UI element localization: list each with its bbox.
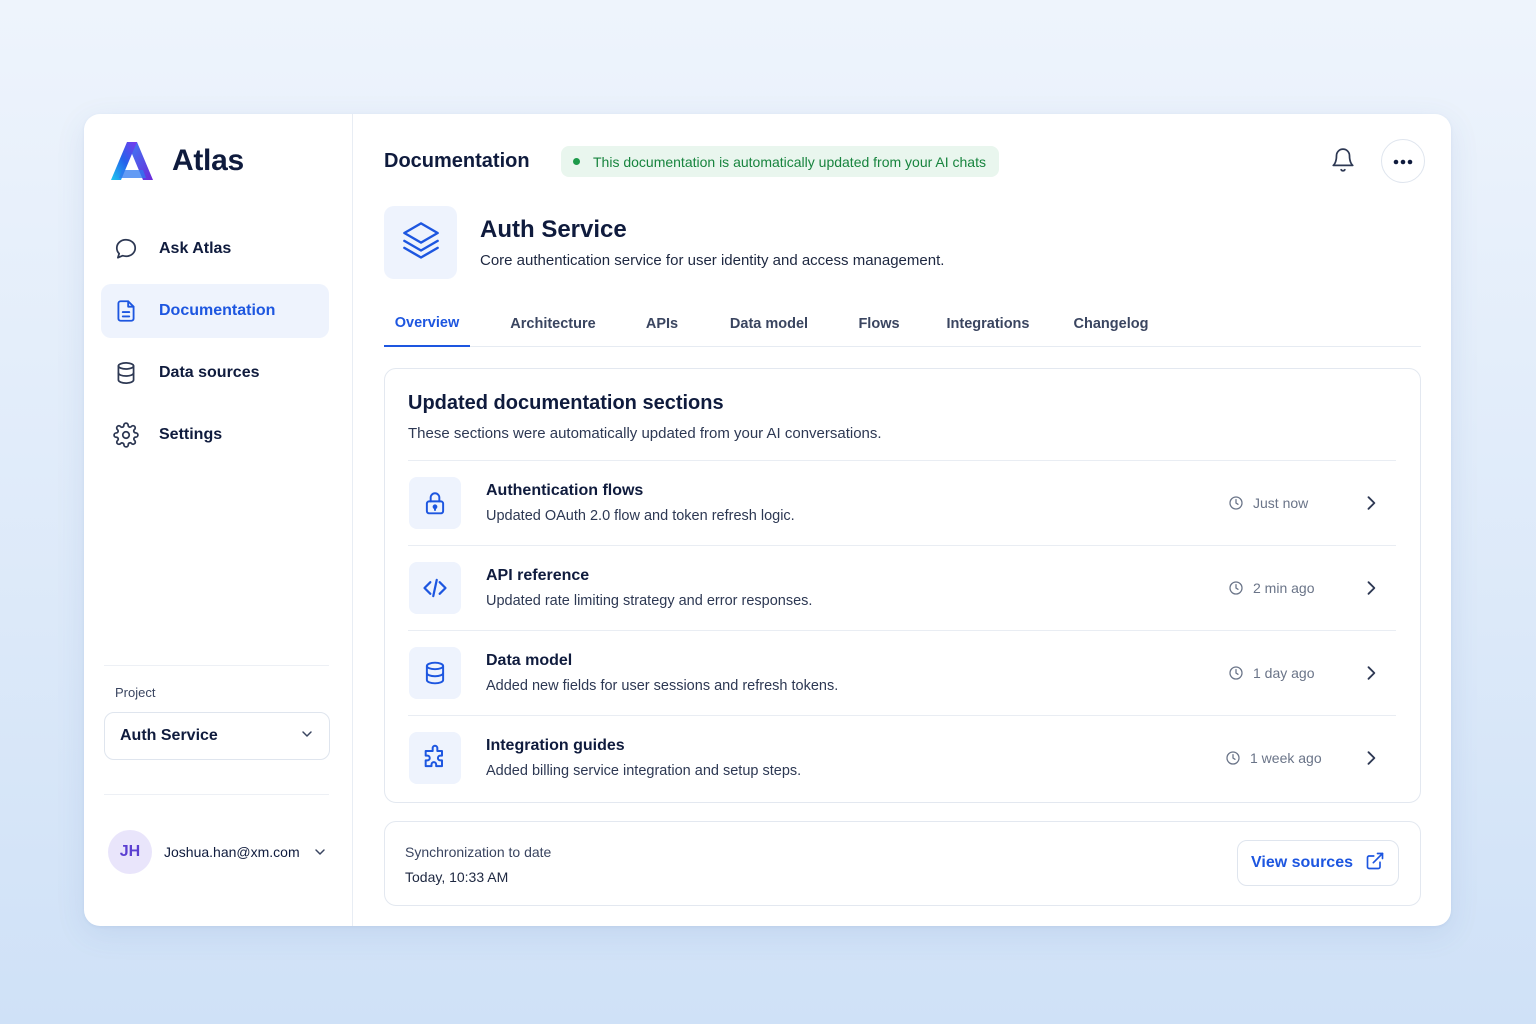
external-link-icon [1365, 851, 1385, 876]
list-item[interactable]: Authentication flows Updated OAuth 2.0 f… [408, 460, 1396, 545]
list-item-title: Authentication flows [486, 482, 644, 499]
sidebar-nav: Ask Atlas Documentation Data sources Set… [101, 222, 329, 470]
tab-flows[interactable]: Flows [854, 300, 904, 347]
page-title: Documentation [384, 150, 530, 172]
list-item-time: 1 week ago [1225, 750, 1322, 766]
sidebar-item-ask-atlas[interactable]: Ask Atlas [101, 222, 329, 276]
service-icon [384, 206, 457, 279]
notifications-button[interactable] [1327, 146, 1359, 178]
chat-bubble-icon [113, 236, 139, 262]
gear-icon [113, 422, 139, 448]
card-title: Updated documentation sections [408, 392, 724, 414]
status-dot-icon [573, 158, 580, 165]
sidebar-item-data-sources[interactable]: Data sources [101, 346, 329, 400]
sync-label: Synchronization to date [405, 844, 552, 860]
layers-icon [400, 219, 442, 266]
tab-bar: Overview Architecture APIs Data model Fl… [384, 300, 1421, 347]
list-item[interactable]: Data model Added new fields for user ses… [408, 630, 1396, 715]
list-item-time: Just now [1228, 495, 1308, 511]
sync-panel: Synchronization to date Today, 10:33 AM … [384, 821, 1421, 906]
sidebar-item-documentation[interactable]: Documentation [101, 284, 329, 338]
card-subtitle: These sections were automatically update… [408, 425, 882, 442]
list-item-time: 2 min ago [1228, 580, 1314, 596]
chevron-right-icon [1361, 663, 1381, 683]
clock-icon [1229, 496, 1243, 510]
time-text: 2 min ago [1253, 580, 1315, 596]
chevron-down-icon [312, 844, 328, 860]
tab-overview[interactable]: Overview [384, 300, 470, 347]
user-email: Joshua.han@xm.com [164, 844, 300, 860]
tab-integrations[interactable]: Integrations [942, 300, 1034, 347]
list-item-title: Data model [486, 652, 573, 669]
chevron-right-icon [1361, 748, 1381, 768]
list-item-description: Updated OAuth 2.0 flow and token refresh… [486, 508, 795, 524]
sidebar-item-label: Settings [159, 426, 223, 443]
list-item[interactable]: API reference Updated rate limiting stra… [408, 545, 1396, 630]
chevron-right-icon [1361, 578, 1381, 598]
app-window: Atlas Ask Atlas Documentation Data sourc… [84, 114, 1451, 926]
project-select-value: Auth Service [120, 727, 218, 744]
sidebar-divider [104, 794, 329, 795]
chevron-right-icon [1361, 493, 1381, 513]
clock-icon [1226, 751, 1240, 765]
puzzle-icon [409, 732, 461, 784]
chevron-down-icon [299, 726, 315, 747]
clock-icon [1229, 581, 1243, 595]
time-text: Just now [1253, 495, 1309, 511]
bell-icon [1330, 147, 1356, 178]
document-icon [113, 298, 139, 324]
list-item-time: 1 day ago [1228, 665, 1315, 681]
code-icon [409, 562, 461, 614]
lock-icon [409, 477, 461, 529]
avatar: JH [108, 830, 152, 874]
list-item-description: Updated rate limiting strategy and error… [486, 593, 813, 609]
logo[interactable]: Atlas [110, 140, 244, 182]
sidebar-item-label: Data sources [159, 364, 260, 381]
tab-changelog[interactable]: Changelog [1070, 300, 1152, 347]
sidebar-item-label: Ask Atlas [159, 240, 232, 257]
clock-icon [1229, 666, 1243, 680]
tab-data-model[interactable]: Data model [724, 300, 814, 347]
updated-sections-card: Updated documentation sections These sec… [384, 368, 1421, 803]
sidebar-item-label: Documentation [159, 302, 276, 319]
status-badge: This documentation is automatically upda… [561, 146, 999, 177]
more-options-button[interactable] [1381, 139, 1425, 183]
sync-timestamp: Today, 10:33 AM [405, 869, 509, 885]
list-item[interactable]: Integration guides Added billing service… [408, 715, 1396, 800]
tab-apis[interactable]: APIs [640, 300, 684, 347]
project-label: Project [115, 685, 156, 700]
time-text: 1 week ago [1250, 750, 1322, 766]
atlas-logo-icon [111, 142, 153, 180]
view-sources-label: View sources [1251, 854, 1353, 871]
view-sources-button[interactable]: View sources [1237, 840, 1399, 886]
list-item-title: Integration guides [486, 737, 625, 754]
sidebar-divider [104, 665, 329, 666]
database-icon [113, 360, 139, 386]
service-description: Core authentication service for user ide… [480, 252, 945, 269]
sidebar-item-settings[interactable]: Settings [101, 408, 329, 462]
database-icon [409, 647, 461, 699]
app-name: Atlas [172, 144, 244, 177]
main-content: Documentation This documentation is auto… [353, 114, 1451, 926]
updates-list: Authentication flows Updated OAuth 2.0 f… [408, 460, 1396, 800]
list-item-description: Added billing service integration and se… [486, 763, 802, 779]
sidebar: Atlas Ask Atlas Documentation Data sourc… [84, 114, 353, 926]
service-title: Auth Service [480, 216, 627, 243]
time-text: 1 day ago [1253, 665, 1315, 681]
user-menu[interactable]: JH Joshua.han@xm.com [108, 830, 328, 874]
status-text: This documentation is automatically upda… [593, 153, 986, 170]
tab-architecture[interactable]: Architecture [506, 300, 600, 347]
list-item-description: Added new fields for user sessions and r… [486, 678, 839, 694]
more-horizontal-icon [1393, 152, 1413, 170]
list-item-title: API reference [486, 567, 590, 584]
project-select[interactable]: Auth Service [104, 712, 330, 760]
